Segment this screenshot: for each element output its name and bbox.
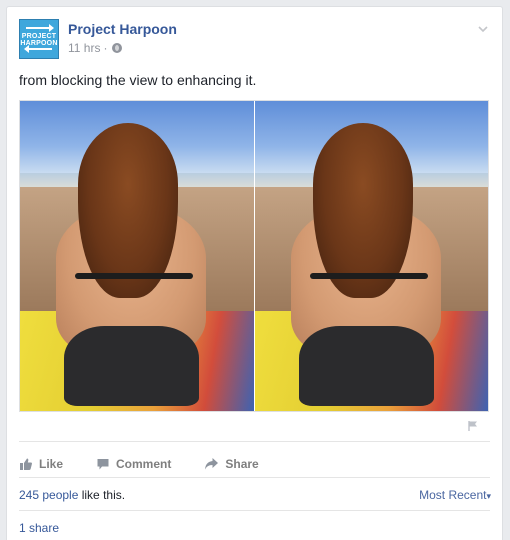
avatar[interactable]: PROJECT HARPOON xyxy=(19,19,59,59)
caret-down-icon: ▾ xyxy=(486,491,491,501)
flag-icon[interactable] xyxy=(467,420,479,432)
post-header: PROJECT HARPOON Project Harpoon 11 hrs · xyxy=(19,19,489,61)
globe-icon xyxy=(112,43,123,53)
photo-after xyxy=(254,101,488,411)
comment-label: Comment xyxy=(116,457,172,471)
page-name-link[interactable]: Project Harpoon xyxy=(68,21,177,37)
photo-person-strap xyxy=(75,273,193,279)
sort-label: Most Recent xyxy=(419,488,487,502)
photo-person-swimwear xyxy=(299,326,434,406)
like-button[interactable]: Like xyxy=(19,457,63,471)
thumbs-up-icon xyxy=(20,458,32,470)
post-timestamp[interactable]: 11 hrs xyxy=(68,41,100,55)
logo-arrow-left-icon xyxy=(24,45,52,53)
share-icon xyxy=(205,458,219,470)
like-label: Like xyxy=(39,457,64,471)
post-text: from blocking the view to enhancing it. xyxy=(19,72,257,88)
shares-count-link[interactable]: 1 share xyxy=(19,521,59,535)
photo-before xyxy=(20,101,254,411)
share-button[interactable]: Share xyxy=(204,457,259,471)
divider xyxy=(19,477,490,478)
action-bar: Like Comment Share xyxy=(19,452,292,476)
likes-suffix: like this. xyxy=(78,488,126,502)
photo-person-swimwear xyxy=(64,326,199,406)
divider xyxy=(19,510,490,511)
likes-count-link[interactable]: 245 people xyxy=(19,488,78,502)
comment-icon xyxy=(97,459,109,470)
logo-arrow-right-icon xyxy=(26,24,54,32)
post-photo[interactable] xyxy=(19,100,489,412)
divider xyxy=(19,441,490,442)
post-card: PROJECT HARPOON Project Harpoon 11 hrs · … xyxy=(6,6,503,540)
share-label: Share xyxy=(225,457,259,471)
meta-separator: · xyxy=(103,41,108,55)
chevron-down-icon[interactable] xyxy=(477,23,489,35)
photo-person-hair xyxy=(78,123,178,298)
comment-button[interactable]: Comment xyxy=(96,457,171,471)
likes-summary: 245 people like this. Most Recent▾ xyxy=(19,488,491,502)
post-meta: 11 hrs · xyxy=(68,41,123,55)
photo-person-hair xyxy=(313,123,413,298)
sort-dropdown[interactable]: Most Recent▾ xyxy=(419,488,491,502)
photo-person-strap xyxy=(310,273,428,279)
